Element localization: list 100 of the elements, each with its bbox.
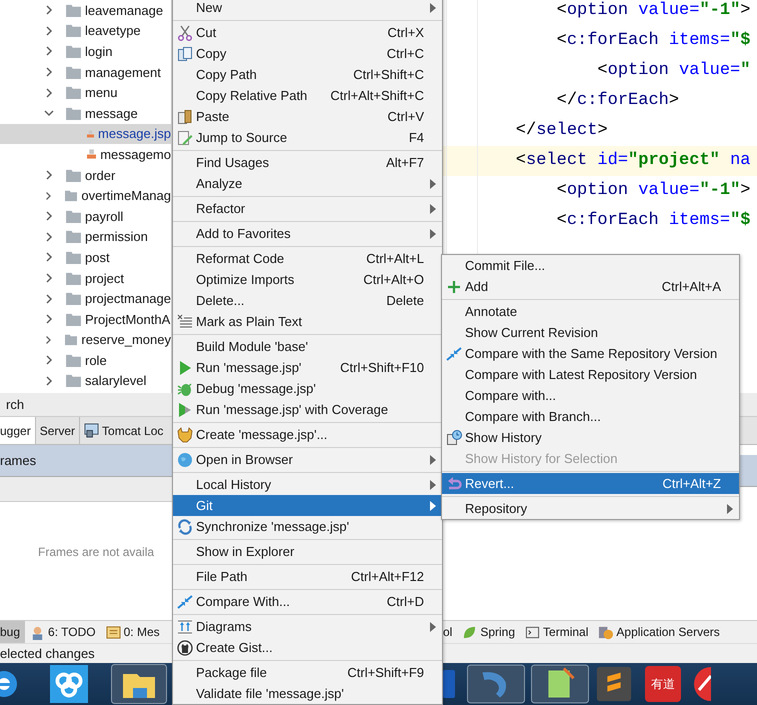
command-entry[interactable]: Commit File... [442, 255, 739, 276]
dictionary-app-button[interactable]: 有道 [645, 666, 681, 702]
tool-window-button[interactable]: 6: TODO [25, 621, 101, 643]
coverage-icon [176, 402, 192, 418]
tree-item[interactable]: message.jsp [0, 124, 171, 144]
tree-item[interactable]: leavetype [0, 20, 171, 42]
tree-item[interactable]: order [0, 164, 171, 186]
tree-item[interactable]: menu [0, 82, 171, 103]
chevron-right-icon[interactable] [44, 46, 54, 56]
chevron-right-icon[interactable] [44, 273, 54, 284]
command-entry[interactable]: Compare with the Same Repository Version [442, 343, 739, 364]
code-line: <c:forEach items="$ [556, 210, 752, 232]
tree-item[interactable]: projectmanage [0, 288, 171, 309]
command-entry[interactable]: Refactor [173, 198, 442, 219]
code-line: <c:forEach items="$ [556, 30, 752, 52]
chevron-right-icon[interactable] [44, 88, 54, 98]
command-entry[interactable]: File Path Ctrl+Alt+F12 [173, 566, 442, 587]
command-entry[interactable]: Mark as Plain Text [173, 311, 442, 332]
tree-item[interactable]: login [0, 41, 171, 62]
command-entry[interactable]: Compare with Latest Repository Version [442, 364, 739, 385]
command-entry[interactable]: Analyze [173, 173, 442, 194]
tree-item[interactable]: project [0, 268, 171, 288]
tree-item[interactable]: permission [0, 226, 171, 248]
command-entry[interactable]: Create 'message.jsp'... [173, 424, 442, 445]
tree-item[interactable]: messagemo [0, 144, 171, 165]
tree-item[interactable]: leavemanage [0, 0, 171, 21]
command-entry[interactable]: Copy Relative Path Ctrl+Alt+Shift+C [173, 85, 442, 106]
command-entry[interactable]: New [173, 0, 442, 18]
command-entry[interactable]: Diagrams [173, 616, 442, 637]
tree-item[interactable]: payroll [0, 206, 171, 227]
command-entry[interactable]: Open in Browser [173, 449, 442, 470]
command-entry[interactable]: Jump to Source F4 [173, 127, 442, 148]
command-entry[interactable]: Build Module 'base' [173, 336, 442, 357]
command-entry[interactable]: Repository [442, 498, 739, 519]
chevron-right-icon[interactable] [44, 232, 54, 242]
tree-item[interactable]: ProjectMonthA [0, 308, 171, 330]
chevron-right-icon[interactable] [44, 5, 54, 16]
chevron-right-icon[interactable] [44, 314, 54, 324]
chevron-right-icon[interactable] [44, 190, 53, 201]
tool-window-button[interactable]: bug [0, 621, 26, 643]
command-entry[interactable]: Validate file 'message.jsp' [173, 683, 442, 704]
tool-window-button[interactable]: 0: Mes [100, 621, 165, 643]
command-entry[interactable]: Revert... Ctrl+Alt+Z [442, 473, 739, 494]
command-entry[interactable]: Show Current Revision [442, 322, 739, 343]
command-entry[interactable]: Add to Favorites [173, 223, 442, 244]
command-entry[interactable]: Show in Explorer [173, 541, 442, 562]
notepad-icon[interactable] [531, 664, 589, 704]
chevron-right-icon[interactable] [44, 252, 54, 262]
chevron-down-icon[interactable] [44, 108, 54, 118]
tree-item[interactable]: reserve_money [0, 330, 171, 350]
tool-window-button[interactable]: Terminal [520, 621, 594, 643]
command-entry[interactable]: Local History [173, 474, 442, 495]
command-entry[interactable]: Copy Path Ctrl+Shift+C [173, 64, 442, 85]
tab[interactable]: Server [36, 417, 80, 444]
command-entry[interactable]: Package file Ctrl+Shift+F9 [173, 662, 442, 683]
command-entry[interactable]: Copy Ctrl+C [173, 43, 442, 64]
chevron-right-icon[interactable] [44, 211, 54, 222]
chevron-right-icon[interactable] [44, 67, 54, 78]
tab[interactable]: ugger [0, 417, 36, 444]
command-entry[interactable]: Annotate [442, 301, 739, 322]
command-entry[interactable]: Compare with Branch... [442, 406, 739, 427]
chevron-right-icon[interactable] [44, 334, 53, 345]
tree-item[interactable]: post [0, 247, 171, 268]
command-entry[interactable]: Find Usages Alt+F7 [173, 152, 442, 173]
command-entry[interactable]: Delete... Delete [173, 290, 442, 311]
tree-item[interactable]: message [0, 102, 171, 124]
command-entry[interactable]: Reformat Code Ctrl+Alt+L [173, 248, 442, 269]
command-entry[interactable]: Run 'message.jsp' with Coverage [173, 399, 442, 420]
text-editor-icon[interactable] [595, 665, 633, 703]
tool-window-button[interactable]: Application Servers [593, 621, 725, 643]
command-entry[interactable]: Debug 'message.jsp' [173, 378, 442, 399]
tree-item[interactable]: management [0, 62, 171, 82]
command-entry[interactable]: Run 'message.jsp' Ctrl+Shift+F10 [173, 357, 442, 378]
code-line: <option value="-1"> [556, 180, 752, 202]
chevron-right-icon[interactable] [44, 294, 54, 304]
folder-icon[interactable] [110, 664, 168, 704]
tool-window-button[interactable]: Spring [457, 621, 520, 643]
command-entry[interactable]: Synchronize 'message.jsp' [173, 516, 442, 537]
command-entry[interactable]: Add Ctrl+Alt+A [442, 276, 739, 297]
chevron-right-icon[interactable] [44, 26, 54, 36]
command-entry[interactable]: Show History [442, 427, 739, 448]
tab[interactable]: Tomcat Loc [80, 417, 164, 444]
tool-window-button[interactable]: ol [443, 621, 458, 643]
chevron-right-icon[interactable] [44, 376, 54, 386]
command-entry[interactable]: Git [173, 495, 442, 516]
command-entry[interactable]: Create Gist... [173, 637, 442, 658]
command-entry[interactable]: Paste Ctrl+V [173, 106, 442, 127]
submenu-arrow-icon [430, 204, 436, 214]
tree-item[interactable]: role [0, 350, 171, 371]
submenu-arrow-icon [430, 480, 436, 490]
tree-item[interactable]: salarylevel [0, 370, 171, 392]
dolphin-icon[interactable] [467, 664, 525, 704]
command-entry[interactable]: Compare with... [442, 385, 739, 406]
tree-item[interactable]: overtimeManag [0, 185, 171, 206]
rings-icon[interactable] [50, 665, 88, 703]
chevron-right-icon[interactable] [44, 170, 54, 180]
command-entry[interactable]: Cut Ctrl+X [173, 22, 442, 43]
command-entry[interactable]: Optimize Imports Ctrl+Alt+O [173, 269, 442, 290]
chevron-right-icon[interactable] [44, 355, 54, 366]
command-entry[interactable]: Compare With... Ctrl+D [173, 591, 442, 612]
